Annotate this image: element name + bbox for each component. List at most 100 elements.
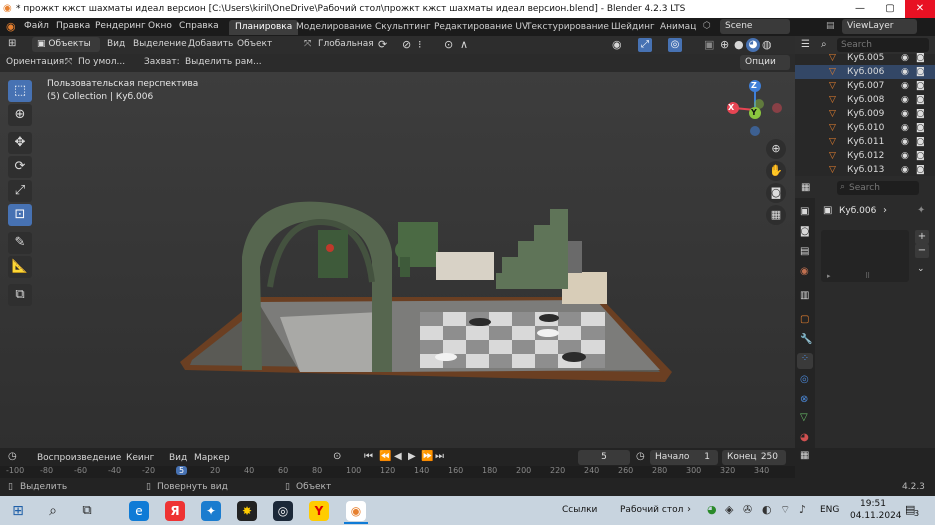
- outliner-row-selected[interactable]: ▽ Куб.006 ◉ ◙: [795, 65, 935, 79]
- view-layer-selector[interactable]: ViewLayer: [842, 19, 917, 34]
- specials-menu-icon[interactable]: ⌄: [917, 264, 925, 274]
- scale-tool[interactable]: ⤢: [8, 180, 32, 202]
- outliner-row[interactable]: ▽ Куб.005 ◉ ◙: [795, 51, 935, 65]
- menu-file[interactable]: Файл: [24, 21, 49, 31]
- overlays-toggle-icon[interactable]: ◎: [668, 38, 682, 52]
- outliner-row[interactable]: ▽ Куб.009 ◉ ◙: [795, 107, 935, 121]
- move-tool[interactable]: ✥: [8, 132, 32, 154]
- tab-view-layer-icon[interactable]: ◉: [800, 266, 809, 277]
- editor-type-icon[interactable]: ⊞: [8, 38, 16, 49]
- measure-tool[interactable]: 📐: [8, 256, 32, 278]
- menu-timeline-view[interactable]: Вид: [169, 453, 187, 463]
- camera-render-icon[interactable]: ◙: [916, 149, 925, 163]
- windows-start-icon[interactable]: ⊞: [8, 501, 28, 521]
- xray-icon[interactable]: ▣: [704, 38, 714, 51]
- end-frame-field[interactable]: Конец 250: [722, 450, 786, 465]
- select-box-tool[interactable]: ⬚: [8, 80, 32, 102]
- shading-material-icon[interactable]: ◕: [746, 38, 760, 52]
- yandex-app-icon[interactable]: Y: [309, 501, 329, 521]
- mode-selector[interactable]: ▣ Объекты ⌄: [32, 37, 100, 64]
- tab-material-icon[interactable]: ◕: [800, 432, 809, 443]
- annotate-tool[interactable]: ✎: [8, 232, 32, 254]
- transform-tool[interactable]: ⊡: [8, 204, 32, 226]
- eye-icon[interactable]: ◉: [901, 51, 909, 65]
- snap-target-icon[interactable]: ⁝: [418, 38, 422, 51]
- shading-solid-icon[interactable]: ●: [734, 38, 744, 51]
- chevron-right-icon[interactable]: ›: [687, 504, 691, 515]
- camera-render-icon[interactable]: ◙: [916, 163, 925, 177]
- timeline-ruler[interactable]: -100 -80 -60 -40 -20 5 20 40 60 80 100 120 140 160 180…: [0, 466, 795, 478]
- cursor-tool[interactable]: ⊕: [8, 104, 32, 126]
- outliner-search-input[interactable]: Search: [837, 38, 929, 52]
- taskbar-links[interactable]: Ссылки: [562, 505, 597, 515]
- clock-time[interactable]: 19:51: [860, 499, 886, 509]
- pivot-icon[interactable]: ⟳: [378, 38, 387, 51]
- filter-icon[interactable]: ⌕: [821, 39, 827, 50]
- tab-modifier-icon[interactable]: 🔧: [800, 334, 812, 345]
- tray-app-icon[interactable]: ✇: [743, 503, 752, 516]
- menu-help[interactable]: Справка: [179, 21, 219, 31]
- menu-select[interactable]: Выделение: [133, 39, 187, 49]
- tab-shading[interactable]: Шейдинг: [605, 20, 661, 35]
- camera-render-icon[interactable]: ◙: [916, 107, 925, 121]
- language-indicator[interactable]: ENG: [820, 505, 839, 515]
- visibility-icon[interactable]: ◉: [612, 38, 622, 51]
- pan-view-button[interactable]: ✋: [766, 161, 786, 181]
- menu-window[interactable]: Окно: [148, 21, 172, 31]
- play-icon[interactable]: ▶: [408, 451, 416, 462]
- clock-date[interactable]: 04.11.2024: [850, 511, 902, 521]
- capture-selector[interactable]: Выделить рам...: [185, 57, 262, 67]
- perspective-toggle-button[interactable]: ▦: [766, 205, 786, 225]
- tab-particles-icon[interactable]: ⁘: [797, 353, 813, 369]
- eye-icon[interactable]: ◉: [901, 121, 909, 135]
- add-slot-button[interactable]: +: [915, 230, 929, 244]
- camera-render-icon[interactable]: ◙: [916, 135, 925, 149]
- search-icon[interactable]: ⌕: [43, 501, 63, 521]
- properties-editor-icon[interactable]: ▦: [801, 182, 810, 193]
- current-frame-indicator[interactable]: 5: [176, 466, 188, 475]
- scene-selector[interactable]: Scene: [720, 19, 790, 34]
- close-button[interactable]: ✕: [905, 0, 935, 18]
- gizmo-toggle-icon[interactable]: ⤢: [638, 38, 652, 52]
- outliner-row[interactable]: ▽ Куб.007 ◉ ◙: [795, 79, 935, 93]
- eye-icon[interactable]: ◉: [901, 149, 909, 163]
- tab-scene-icon[interactable]: ▥: [800, 290, 809, 301]
- app-icon[interactable]: ✸: [237, 501, 257, 521]
- steam-icon[interactable]: ◎: [273, 501, 293, 521]
- blender-taskbar-icon[interactable]: ◉: [346, 501, 366, 521]
- menu-object[interactable]: Объект: [237, 39, 272, 49]
- record-icon[interactable]: ⊙: [333, 451, 341, 462]
- timeline-grid-icon[interactable]: ▦: [800, 450, 809, 461]
- minimize-button[interactable]: —: [845, 0, 875, 18]
- camera-view-button[interactable]: ◙: [766, 183, 786, 203]
- menu-keying[interactable]: Кеинг: [126, 453, 154, 463]
- menu-view[interactable]: Вид: [107, 39, 125, 49]
- tab-physics-icon[interactable]: ◎: [800, 374, 809, 385]
- maximize-button[interactable]: ▢: [875, 0, 905, 18]
- edge-browser-icon[interactable]: e: [129, 501, 149, 521]
- shading-wireframe-icon[interactable]: ⊕: [720, 38, 729, 51]
- current-frame-field[interactable]: 5: [578, 450, 630, 465]
- camera-render-icon[interactable]: ◙: [916, 51, 925, 65]
- proportional-edit-icon[interactable]: ⊙: [444, 38, 453, 51]
- remove-slot-button[interactable]: −: [915, 244, 929, 258]
- timeline-editor-icon[interactable]: ◷: [8, 451, 17, 462]
- blender-menu-icon[interactable]: ◉: [6, 20, 16, 33]
- transform-orientation-selector[interactable]: Глобальная: [318, 39, 374, 49]
- network-icon[interactable]: ⌔: [780, 503, 790, 517]
- snap-icon[interactable]: ⊘: [402, 38, 411, 51]
- eye-icon[interactable]: ◉: [901, 93, 909, 107]
- yandex-browser-icon[interactable]: Я: [165, 501, 185, 521]
- rotate-tool[interactable]: ⟳: [8, 156, 32, 178]
- outliner-row[interactable]: ▽ Куб.012 ◉ ◙: [795, 149, 935, 163]
- prev-keyframe-icon[interactable]: ⏪: [379, 451, 391, 462]
- expand-arrow-icon[interactable]: ▸: [827, 272, 831, 280]
- discord-like-icon[interactable]: ✦: [201, 501, 221, 521]
- drag-handle-icon[interactable]: ⠿: [865, 272, 870, 280]
- outliner-row[interactable]: ▽ Куб.011 ◉ ◙: [795, 135, 935, 149]
- jump-end-icon[interactable]: ⏭: [435, 451, 444, 462]
- 3d-viewport[interactable]: X Z Y Пользовательская перспектива (5) C…: [0, 72, 795, 448]
- tab-tool-icon[interactable]: ▣: [800, 206, 809, 217]
- task-view-icon[interactable]: ⧉: [77, 501, 97, 521]
- shading-rendered-icon[interactable]: ◍: [762, 38, 772, 51]
